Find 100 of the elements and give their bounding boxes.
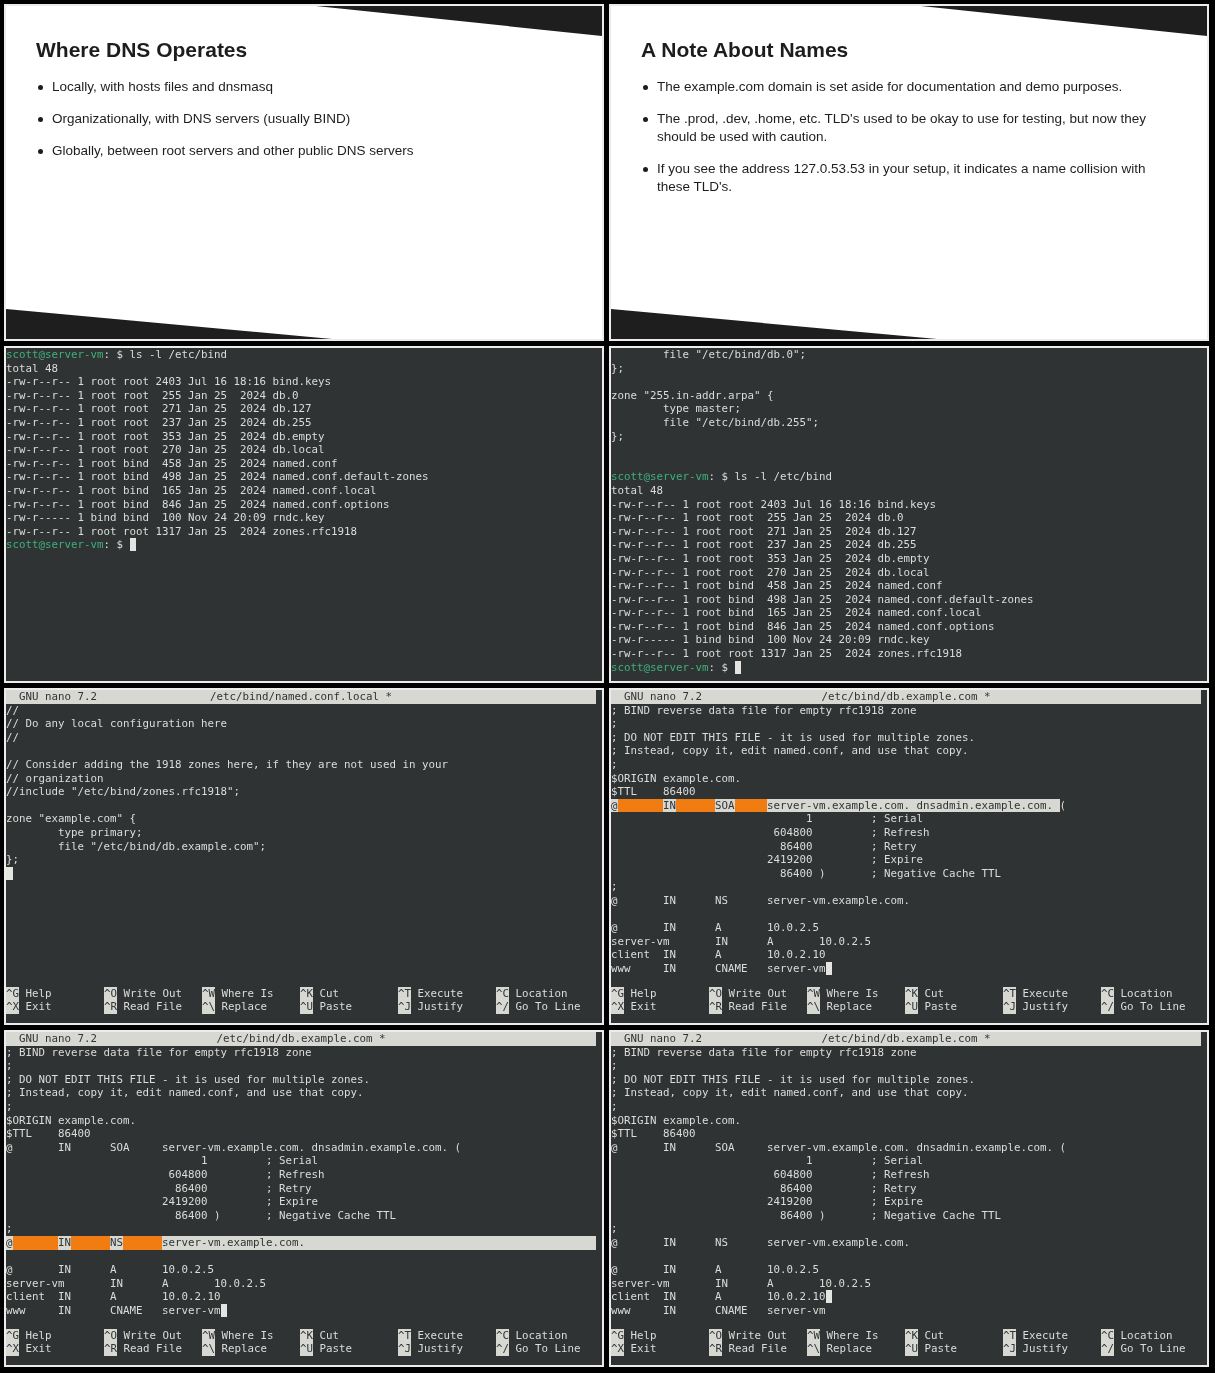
- shortcut-key: ^\: [807, 1000, 820, 1014]
- code-line: @ IN A 10.0.2.5: [611, 1263, 820, 1277]
- shortcut-label: Read File: [123, 1342, 183, 1356]
- code-line: //: [6, 703, 19, 718]
- code-line: ; DO NOT EDIT THIS FILE - it is used for multiple zones.: [6, 1072, 370, 1087]
- shortcut-key: ^C: [496, 1328, 509, 1343]
- command-text: ls -l /etc/bind: [734, 470, 833, 484]
- code-line: 2419200 ; Expire: [161, 1195, 319, 1209]
- file-name: /etc/bind/db.example.com *: [821, 1032, 991, 1046]
- shortcut-label: Help: [25, 1328, 52, 1343]
- terminal-line: -rw-r--r-- 1 root root 270 Jan 25 2024 db.local: [611, 565, 930, 580]
- shortcut-key: ^G: [6, 986, 19, 1001]
- shortcut-key: ^K: [905, 1328, 918, 1343]
- bullet-icon: [38, 117, 43, 122]
- shortcut-key: ^/: [1101, 1000, 1114, 1014]
- terminal-line: -rw-r--r-- 1 root bind 458 Jan 25 2024 named.conf: [6, 456, 338, 471]
- code-line: ;: [611, 1222, 618, 1236]
- code-line: ; DO NOT EDIT THIS FILE - it is used for multiple zones.: [611, 1072, 975, 1087]
- shortcut-label: Justify: [1022, 1000, 1069, 1014]
- code-line: www IN CNAME server-vm: [6, 1303, 221, 1318]
- code-line: 86400 ; Retry: [779, 1181, 917, 1196]
- terminal-line: -rw-r--r-- 1 root root 353 Jan 25 2024 db.empty: [611, 551, 930, 566]
- shortcut-key: ^U: [300, 1000, 313, 1014]
- code-line: $TTL 86400: [611, 785, 696, 799]
- file-name: /etc/bind/db.example.com *: [216, 1032, 386, 1046]
- bullet-icon: [643, 117, 648, 122]
- terminal-line: -rw-r--r-- 1 root root 237 Jan 25 2024 db.255: [611, 538, 917, 552]
- shortcut-label: Exit: [630, 1342, 657, 1356]
- shortcut-label: Replace: [221, 1000, 268, 1014]
- code-line: 604800 ; Refresh: [167, 1167, 325, 1182]
- code-line: ; Instead, copy it, edit named.conf, and use that copy.: [611, 744, 969, 758]
- shortcut-label: Write Out: [728, 1328, 788, 1343]
- shortcut-key: ^T: [398, 1328, 411, 1343]
- app-name: GNU nano 7.2: [18, 690, 98, 704]
- code-line: $ORIGIN example.com.: [611, 1113, 741, 1128]
- shortcut-label: Write Out: [123, 986, 183, 1001]
- code-line: ;: [611, 1059, 618, 1073]
- terminal-line: total 48: [6, 361, 58, 376]
- bullet-text: The example.com domain is set aside for documentation and demo purposes.: [657, 78, 1123, 96]
- shortcut-key: ^X: [6, 1342, 19, 1356]
- prompt-symbol: : $: [708, 660, 729, 675]
- terminal-line: };: [611, 429, 624, 444]
- terminal-line: file "/etc/bind/db.255";: [662, 415, 819, 430]
- slide-title: Where DNS Operates: [36, 38, 249, 62]
- code-line: zone "example.com" {: [6, 812, 136, 826]
- shortcut-key: ^G: [611, 1328, 624, 1343]
- code-line: $ORIGIN example.com.: [611, 771, 741, 786]
- app-name: GNU nano 7.2: [623, 690, 703, 704]
- terminal-line: -rw-r----- 1 bind bind 100 Nov 24 20:09 rndc.key: [611, 633, 930, 648]
- shortcut-key: ^K: [300, 986, 313, 1001]
- code-line: server-vm IN A 10.0.2.5: [611, 1276, 872, 1291]
- shortcut-key: ^\: [807, 1342, 820, 1356]
- code-line: $TTL 86400: [611, 1127, 696, 1141]
- shortcut-label: Execute: [417, 986, 464, 1001]
- shortcut-label: Help: [630, 986, 657, 1001]
- code-line: client IN A 10.0.2.10: [611, 948, 826, 962]
- shortcut-key: ^J: [398, 1342, 411, 1356]
- shortcut-key: ^J: [1003, 1342, 1016, 1356]
- bullet-icon: [643, 85, 648, 90]
- shortcut-label: Paste: [924, 1000, 958, 1014]
- code-line: server-vm IN A 10.0.2.5: [6, 1276, 267, 1291]
- code-line: ; BIND reverse data file for empty rfc1918 zone: [611, 1045, 917, 1060]
- code-line: // Consider adding the 1918 zones here, if they are not used in your: [6, 757, 449, 772]
- shortcut-key: ^K: [300, 1328, 313, 1343]
- terminal-line: -rw-r--r-- 1 root bind 165 Jan 25 2024 named.conf.local: [611, 606, 982, 620]
- shortcut-label: Paste: [319, 1000, 353, 1014]
- shortcut-key: ^T: [1003, 1328, 1016, 1343]
- shortcut-key: ^W: [807, 1328, 820, 1343]
- code-line: 1 ; Serial: [805, 1154, 924, 1168]
- code-line: ; Instead, copy it, edit named.conf, and use that copy.: [611, 1086, 969, 1100]
- file-name: /etc/bind/db.example.com *: [821, 690, 991, 704]
- shortcut-label: Location: [515, 1328, 568, 1343]
- code-line: 86400 ; Retry: [174, 1181, 312, 1196]
- code-line: ;: [611, 880, 618, 894]
- prompt-user: scott@server-vm: [6, 348, 104, 362]
- code-line: ;: [6, 1222, 13, 1236]
- shortcut-key: ^/: [496, 1342, 509, 1356]
- bullet-icon: [38, 149, 43, 154]
- code-line: $TTL 86400: [6, 1127, 91, 1141]
- prompt-symbol: : $: [708, 470, 729, 484]
- shortcut-label: Cut: [319, 1328, 340, 1343]
- terminal-line: -rw-r--r-- 1 root root 353 Jan 25 2024 db.empty: [6, 429, 325, 444]
- shortcut-key: ^X: [611, 1000, 624, 1014]
- shortcut-label: Paste: [924, 1342, 958, 1356]
- terminal-line: file "/etc/bind/db.0";: [662, 348, 806, 362]
- shortcut-key: ^T: [1003, 986, 1016, 1001]
- shortcut-key: ^/: [1101, 1342, 1114, 1356]
- shortcut-label: Paste: [319, 1342, 353, 1356]
- code-line: @ IN NS server-vm.example.com.: [611, 893, 911, 908]
- shortcut-key: ^C: [1101, 986, 1114, 1001]
- code-line: client IN A 10.0.2.10: [611, 1290, 826, 1304]
- shortcut-key: ^G: [611, 986, 624, 1001]
- code-line: server-vm IN A 10.0.2.5: [611, 934, 872, 949]
- code-line: @ IN SOA server-vm.example.com. dnsadmin.example.com. (: [6, 1140, 462, 1155]
- shortcut-key: ^W: [202, 986, 215, 1001]
- shortcut-key: ^O: [709, 1328, 722, 1343]
- code-line: 86400 ) ; Negative Cache TTL: [779, 866, 1002, 881]
- shortcut-label: Justify: [417, 1000, 464, 1014]
- terminal-line: -rw-r--r-- 1 root bind 498 Jan 25 2024 named.conf.default-zones: [6, 470, 429, 484]
- terminal-line: -rw-r--r-- 1 root root 271 Jan 25 2024 db.127: [6, 402, 312, 416]
